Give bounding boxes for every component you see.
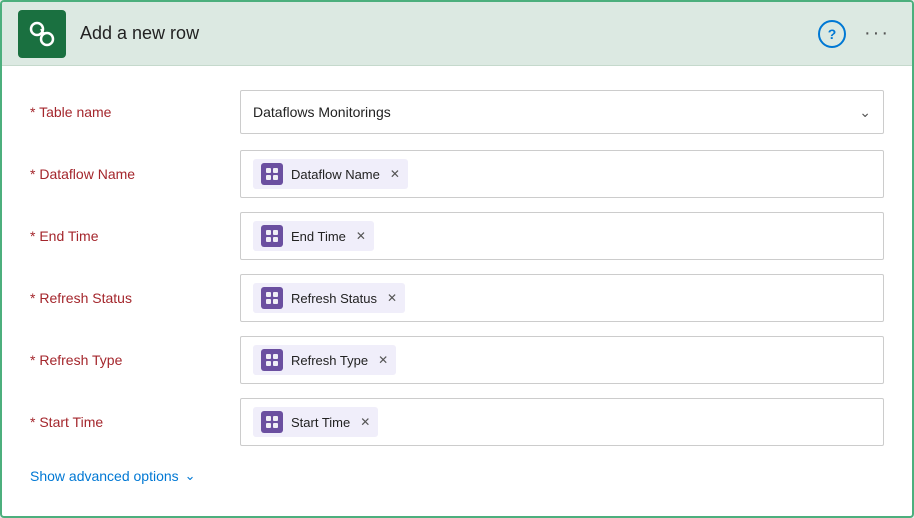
tag-end-time: End Time ✕ [253,221,374,251]
tag-refresh-type: Refresh Type ✕ [253,345,396,375]
tag-close-refresh-type[interactable]: ✕ [378,354,388,366]
tag-close-end-time[interactable]: ✕ [356,230,366,242]
row-refresh-type: Refresh Type Refresh Type ✕ [30,332,884,388]
dropdown-table-name[interactable]: Dataflows Monitorings ⌄ [240,90,884,134]
row-start-time: Start Time Start Time ✕ [30,394,884,450]
card: Add a new row ? ··· Table name Dataflows… [0,0,914,518]
dropdown-table-name-value: Dataflows Monitorings [253,104,391,120]
tag-icon-refresh-status [261,287,283,309]
tag-label-dataflow-name: Dataflow Name [291,167,380,182]
tag-label-refresh-status: Refresh Status [291,291,377,306]
chevron-down-icon: ⌄ [859,104,871,121]
chevron-down-advanced-icon: ⌄ [185,468,196,484]
tag-close-refresh-status[interactable]: ✕ [387,292,397,304]
field-refresh-status[interactable]: Refresh Status ✕ [240,274,884,322]
label-dataflow-name: Dataflow Name [30,166,240,182]
more-button[interactable]: ··· [858,18,896,49]
tag-icon-start-time [261,411,283,433]
app-logo [18,10,66,58]
field-refresh-type[interactable]: Refresh Type ✕ [240,336,884,384]
tag-close-dataflow-name[interactable]: ✕ [390,168,400,180]
header: Add a new row ? ··· [2,2,912,66]
row-table-name: Table name Dataflows Monitorings ⌄ [30,84,884,140]
show-advanced-options-link[interactable]: Show advanced options ⌄ [30,468,196,484]
advanced-options-label: Show advanced options [30,468,179,484]
label-refresh-status: Refresh Status [30,290,240,306]
tag-icon-dataflow-name [261,163,283,185]
tag-icon-end-time [261,225,283,247]
row-dataflow-name: Dataflow Name Dataflow Name ✕ [30,146,884,202]
tag-label-refresh-type: Refresh Type [291,353,368,368]
field-dataflow-name[interactable]: Dataflow Name ✕ [240,150,884,198]
row-refresh-status: Refresh Status Refresh Status ✕ [30,270,884,326]
tag-icon-refresh-type [261,349,283,371]
label-refresh-type: Refresh Type [30,352,240,368]
form-body: Table name Dataflows Monitorings ⌄ Dataf… [2,66,912,506]
help-button[interactable]: ? [818,20,846,48]
label-table-name: Table name [30,104,240,120]
label-start-time: Start Time [30,414,240,430]
field-start-time[interactable]: Start Time ✕ [240,398,884,446]
tag-label-end-time: End Time [291,229,346,244]
tag-close-start-time[interactable]: ✕ [360,416,370,428]
header-actions: ? ··· [818,18,896,49]
tag-label-start-time: Start Time [291,415,350,430]
row-end-time: End Time End Time ✕ [30,208,884,264]
field-end-time[interactable]: End Time ✕ [240,212,884,260]
header-title: Add a new row [80,23,818,44]
label-end-time: End Time [30,228,240,244]
tag-refresh-status: Refresh Status ✕ [253,283,405,313]
tag-dataflow-name: Dataflow Name ✕ [253,159,408,189]
tag-start-time: Start Time ✕ [253,407,378,437]
